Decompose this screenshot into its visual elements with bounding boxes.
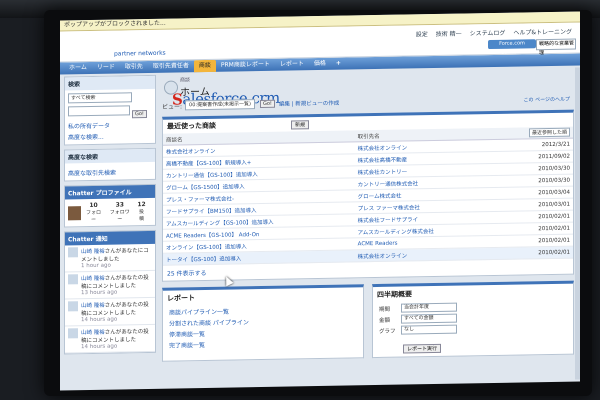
report-link[interactable]: 完了商談一覧 [163, 336, 363, 350]
avatar[interactable] [68, 205, 81, 220]
notification-item[interactable]: 山崎 隆裕さんがあなたの投稿にコメントしました 14 hours ago [65, 297, 155, 327]
setup-link[interactable]: 設定 [416, 31, 428, 38]
stat-following[interactable]: 10 フォロー [85, 202, 103, 223]
run-report-button[interactable]: レポート実行 [403, 343, 442, 354]
notification-time: 14 hours ago [81, 316, 118, 324]
tab-7[interactable]: 価格 [309, 58, 331, 70]
notification-user[interactable]: 山崎 隆裕 [81, 249, 105, 255]
quarter-label: 期間 [379, 306, 391, 313]
top-meta-links: 設定 技術 精一 システムログ ヘルプ&トレーニング [410, 27, 572, 39]
main-content: 商談 ホーム ビュー: 00:提案書作成(未掲示一覧) Go! 編集 | 新規ビ… [162, 68, 574, 387]
view-select[interactable]: 00:提案書作成(未掲示一覧) [185, 99, 255, 111]
quarter-select[interactable]: すべての金額 [401, 313, 457, 324]
advanced-box: 高度な検索 高度な取引先検索 [64, 147, 156, 182]
notification-item[interactable]: 山崎 隆裕さんがあなたにコメントしました 1 hour ago [65, 243, 155, 273]
sidebar: 検索 すべて検索 Go! 私の所有データ 高度な検索... 高度な検索 高度な取… [64, 74, 156, 389]
opportunity-icon [164, 80, 178, 95]
app-button[interactable]: Force.com Sandbox [488, 39, 536, 56]
sort-select[interactable]: 最近参照した順 [528, 127, 570, 138]
recent-opportunities-panel: 最近使った商談 新規 商談名 取引先名 最近参照した順 株式会社オンライン 株式会… [162, 109, 574, 282]
tab-8[interactable]: + [331, 58, 346, 70]
notification-user[interactable]: 山崎 隆裕 [81, 303, 105, 309]
quarter-select[interactable]: なし [401, 324, 457, 335]
advanced-account-search-link[interactable]: 高度な取引先検索 [68, 167, 152, 178]
chatter-notify-box: Chatter 通知 山崎 隆裕さんがあなたにコメントしました 1 hour ag… [64, 229, 156, 355]
notification-time: 14 hours ago [81, 343, 118, 351]
app-select[interactable]: 戦略的な営業管理 [536, 38, 576, 56]
scrollbar[interactable] [575, 67, 580, 380]
view-edit-links[interactable]: 編集 | 新規ビューの作成 [279, 99, 339, 108]
panel-title: 最近使った商談 [167, 121, 216, 131]
reports-panel: レポート 商談パイプライン一覧 分割された商談 パイプライン 停滞商談一覧 完了商談一… [162, 284, 364, 362]
tab-3[interactable]: 取引先責任者 [148, 60, 194, 73]
tab-5[interactable]: PRM商談レポート [216, 59, 275, 72]
notification-time: 1 hour ago [81, 262, 111, 270]
tab-1[interactable]: リード [92, 61, 120, 73]
recent-table: 商談名 取引先名 最近参照した順 株式会社オンライン 株式会社オンライン 2012/… [163, 126, 573, 266]
system-log-link[interactable]: システムログ [470, 30, 506, 38]
search-input[interactable] [68, 105, 130, 117]
user-menu[interactable]: 技術 精一 [436, 31, 462, 38]
tab-2[interactable]: 取引先 [120, 61, 148, 73]
tab-6[interactable]: レポート [275, 58, 309, 71]
view-label: ビュー: [162, 102, 183, 111]
help-link[interactable]: この ページのヘルプ [524, 95, 571, 103]
advanced-search-link[interactable]: 高度な検索... [68, 131, 152, 142]
search-box: 検索 すべて検索 Go! 私の所有データ 高度な検索... [64, 74, 156, 146]
user-icon [68, 301, 78, 312]
new-button[interactable]: 新規 [291, 119, 310, 130]
tab-4[interactable]: 商談 [193, 59, 216, 73]
screen: ポップアップがブロックされました... Salesforce crm partn… [60, 11, 580, 391]
search-scope-select[interactable]: すべて検索 [68, 92, 132, 104]
quarter-label: 金額 [379, 317, 391, 324]
stat-followers[interactable]: 33 フォロワー [109, 201, 131, 222]
salesforce-logo[interactable]: Salesforce crm partner networks [70, 34, 280, 109]
view-go-button[interactable]: Go! [259, 99, 275, 109]
notification-item[interactable]: 山崎 隆裕さんがあなたの投稿にコメントしました 13 hours ago [65, 270, 155, 300]
user-icon [68, 328, 78, 339]
help-link[interactable]: ヘルプ&トレーニング [513, 29, 572, 37]
stat-posts[interactable]: 12 投稿 [137, 201, 146, 222]
chatter-profile-box: Chatter プロファイル 10 フォロー 33 フォロワー 12 投稿 [64, 183, 156, 228]
user-icon [68, 274, 78, 285]
user-icon [68, 247, 78, 258]
notification-user[interactable]: 山崎 隆裕 [81, 276, 105, 282]
notification-time: 13 hours ago [81, 289, 118, 297]
search-go-button[interactable]: Go! [132, 110, 147, 119]
tab-0[interactable]: ホーム [64, 62, 92, 74]
date-cell: 2010/02/01 [493, 246, 573, 260]
quarter-label: グラフ [379, 328, 396, 335]
quarter-summary-panel: 四半期概要 期間 当会計年度 金額 すべての金額 グラフ なし レポート実行 [372, 280, 574, 359]
quarter-select[interactable]: 当会計年度 [401, 302, 457, 313]
notification-user[interactable]: 山崎 隆裕 [81, 330, 105, 336]
page-title: ホーム [180, 86, 210, 99]
my-items-checkbox[interactable]: 私の所有データ [68, 120, 152, 131]
quarter-row: グラフ なし [373, 322, 573, 336]
notification-item[interactable]: 山崎 隆裕さんがあなたの投稿にコメントしました 14 hours ago [65, 324, 155, 354]
